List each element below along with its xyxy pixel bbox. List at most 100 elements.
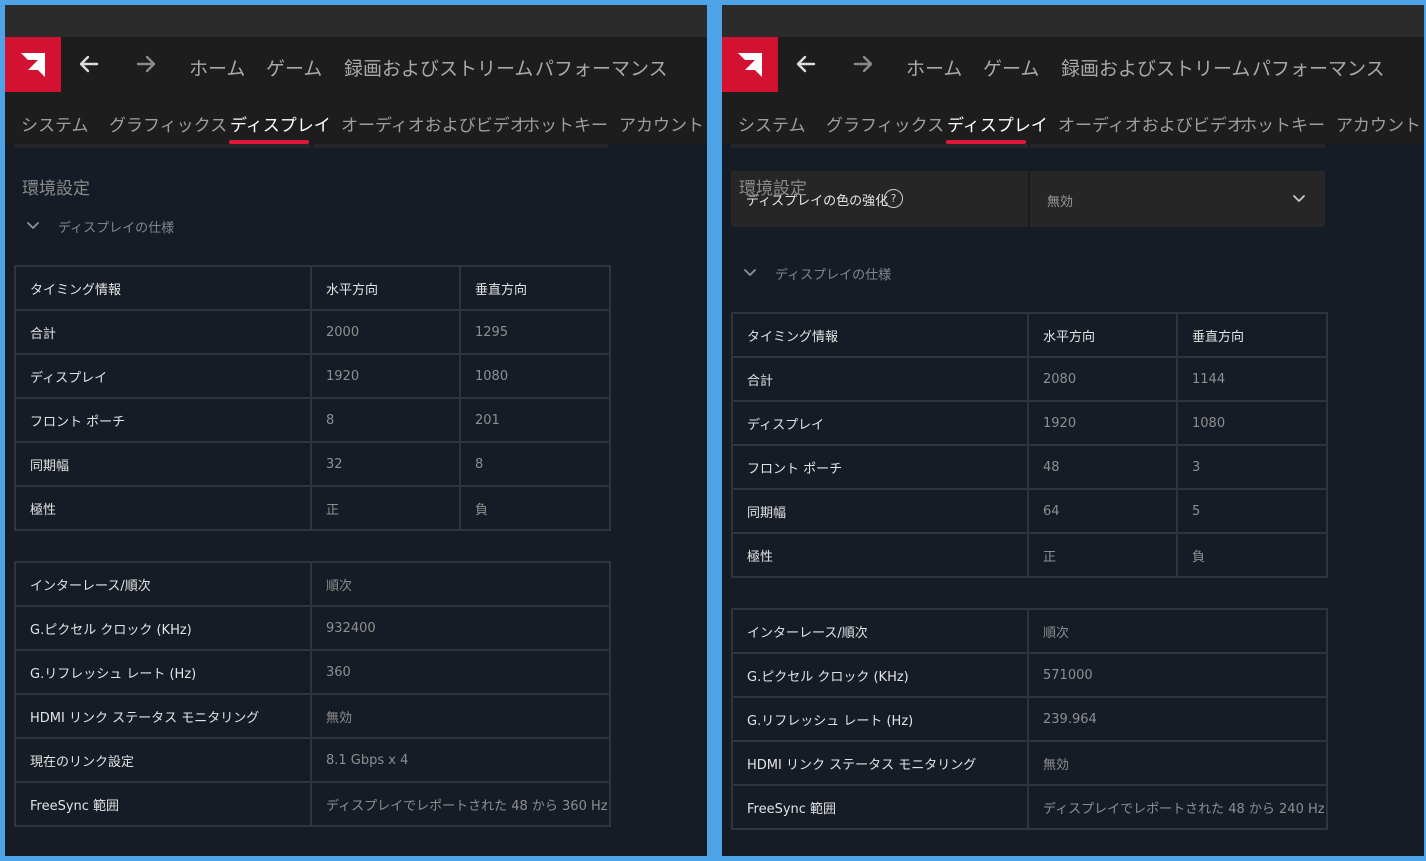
row-label: FreeSync 範囲 [14, 781, 312, 827]
table-row: 合計 2080 1144 [731, 356, 1328, 402]
timing-table: タイミング情報 水平方向 垂直方向 合計 2080 1144 ディスプレイ 1920 1080 フ… [731, 312, 1328, 578]
color-enhance-value[interactable]: 無効 [1047, 191, 1073, 210]
cell-value: 1920 [310, 353, 461, 399]
chevron-down-icon[interactable] [1291, 191, 1307, 207]
cell-value: 3 [1176, 444, 1328, 490]
active-tab-indicator [946, 140, 1026, 144]
nav-item[interactable]: ゲーム [266, 54, 322, 81]
window-titlebar [722, 5, 1424, 37]
settings-tabs: システム グラフィックス ディスプレイ オーディオおよびビデオ ホットキー アカウント [5, 92, 707, 144]
table-row: 同期幅 64 5 [731, 488, 1328, 534]
table-row: G.リフレッシュ レート (Hz) 360 [14, 649, 611, 695]
tab-item[interactable]: グラフィックス [826, 111, 944, 136]
row-label: ディスプレイ [731, 400, 1029, 446]
row-label: HDMI リンク ステータス モニタリング [14, 693, 312, 739]
row-label: インターレース/順次 [731, 608, 1029, 654]
table-row: HDMI リンク ステータス モニタリング 無効 [14, 693, 611, 739]
tab-item[interactable]: ディスプレイ [230, 111, 331, 136]
nav-item[interactable]: 録画およびストリーム [1061, 54, 1250, 81]
column-header: 垂直方向 [459, 265, 611, 311]
nav-item[interactable]: ホーム [189, 54, 245, 81]
cell-value: ディスプレイでレポートされた 48 から 240 Hz [1027, 784, 1328, 830]
row-label: HDMI リンク ステータス モニタリング [731, 740, 1029, 786]
amd-software-window-right: ディスプレイの色の強化?無効ディスプレイの色の強化?無効環境設定ディスプレイの仕… [722, 5, 1424, 856]
table-row: 合計 2000 1295 [14, 309, 611, 355]
row-label: 極性 [731, 532, 1029, 578]
table-row: G.ピクセル クロック (KHz) 932400 [14, 605, 611, 651]
row-label: インターレース/順次 [14, 561, 312, 607]
cell-value: 1920 [1027, 400, 1178, 446]
help-icon[interactable]: ? [884, 189, 903, 208]
nav-item[interactable]: パフォーマンス [1252, 54, 1385, 81]
tab-item[interactable]: アカウント [1336, 111, 1421, 136]
active-tab-indicator [229, 140, 309, 144]
tab-item[interactable]: ディスプレイ [947, 111, 1048, 136]
back-arrow-icon[interactable] [793, 51, 819, 77]
row-label: フロント ポーチ [14, 397, 312, 443]
tab-item[interactable]: システム [21, 111, 89, 136]
table-row: ディスプレイ 1920 1080 [14, 353, 611, 399]
chevron-down-icon [25, 218, 41, 234]
cell-value: 正 [1027, 532, 1178, 578]
back-arrow-icon[interactable] [76, 51, 102, 77]
main-nav: ホーム ゲーム 録画およびストリーム パフォーマンス [5, 37, 707, 92]
forward-arrow-icon[interactable] [133, 51, 159, 77]
nav-item[interactable]: パフォーマンス [535, 54, 668, 81]
row-label: 合計 [731, 356, 1029, 402]
content-area: ディスプレイの色の強化?無効ディスプレイの色の強化?無効環境設定ディスプレイの仕… [722, 92, 1424, 856]
row-label: フロント ポーチ [731, 444, 1029, 490]
table-header-row: タイミング情報 水平方向 垂直方向 [14, 265, 611, 311]
cell-value: 932400 [310, 605, 611, 651]
row-label: ディスプレイ [14, 353, 312, 399]
cell-value: 5 [1176, 488, 1328, 534]
table-row: ディスプレイ 1920 1080 [731, 400, 1328, 446]
cell-value: 正 [310, 485, 461, 531]
table-row: 同期幅 32 8 [14, 441, 611, 487]
cell-value: 2080 [1027, 356, 1178, 402]
table-row: 極性正負 [731, 532, 1328, 578]
chevron-down-icon [742, 265, 758, 281]
cell-value: 360 [310, 649, 611, 695]
nav-item[interactable]: 録画およびストリーム [344, 54, 533, 81]
cell-value: 負 [1176, 532, 1328, 578]
nav-item[interactable]: ホーム [906, 54, 962, 81]
settings-tabs: システム グラフィックス ディスプレイ オーディオおよびビデオ ホットキー アカウント [722, 92, 1424, 144]
column-header: タイミング情報 [14, 265, 312, 311]
display-info-table: インターレース/順次 順次 G.ピクセル クロック (KHz) 932400 G.リフレ… [14, 561, 611, 827]
display-info-table: インターレース/順次 順次 G.ピクセル クロック (KHz) 571000 G.リフレ… [731, 608, 1328, 830]
display-spec-title: ディスプレイの仕様 [775, 268, 892, 283]
cell-value: 571000 [1027, 652, 1328, 698]
table-row: G.リフレッシュ レート (Hz) 239.964 [731, 696, 1328, 742]
tab-item[interactable]: ホットキー [523, 111, 608, 136]
table-row: インターレース/順次 順次 [14, 561, 611, 607]
tab-item[interactable]: システム [738, 111, 806, 136]
cell-value: 1080 [459, 353, 611, 399]
cell-value: 無効 [310, 693, 611, 739]
tab-item[interactable]: アカウント [619, 111, 704, 136]
nav-item[interactable]: ゲーム [983, 54, 1039, 81]
cell-value: 8 [459, 441, 611, 487]
divider [1028, 171, 1030, 227]
amd-logo-icon[interactable] [5, 37, 61, 92]
column-header: 垂直方向 [1176, 312, 1328, 358]
tab-item[interactable]: オーディオおよびビデオ [341, 111, 527, 136]
cell-value: ディスプレイでレポートされた 48 から 360 Hz [310, 781, 611, 827]
table-header-row: タイミング情報 水平方向 垂直方向 [731, 312, 1328, 358]
forward-arrow-icon[interactable] [850, 51, 876, 77]
cell-value: 201 [459, 397, 611, 443]
row-label: 現在のリンク設定 [14, 737, 312, 783]
row-label: FreeSync 範囲 [731, 784, 1029, 830]
tab-item[interactable]: グラフィックス [109, 111, 227, 136]
cell-value: 1080 [1176, 400, 1328, 446]
cell-value: 1295 [459, 309, 611, 355]
row-label: G.リフレッシュ レート (Hz) [14, 649, 312, 695]
table-row: インターレース/順次 順次 [731, 608, 1328, 654]
tab-item[interactable]: オーディオおよびビデオ [1058, 111, 1244, 136]
cell-value: 無効 [1027, 740, 1328, 786]
amd-software-window-left: ディスプレイの色の強化?無効環境設定ディスプレイの仕様タイミング情報水平方向垂直… [5, 5, 707, 856]
cell-value: 順次 [1027, 608, 1328, 654]
amd-logo-icon[interactable] [722, 37, 778, 92]
tab-item[interactable]: ホットキー [1240, 111, 1325, 136]
preferences-heading: 環境設定 [22, 179, 90, 199]
cell-value: 48 [1027, 444, 1178, 490]
